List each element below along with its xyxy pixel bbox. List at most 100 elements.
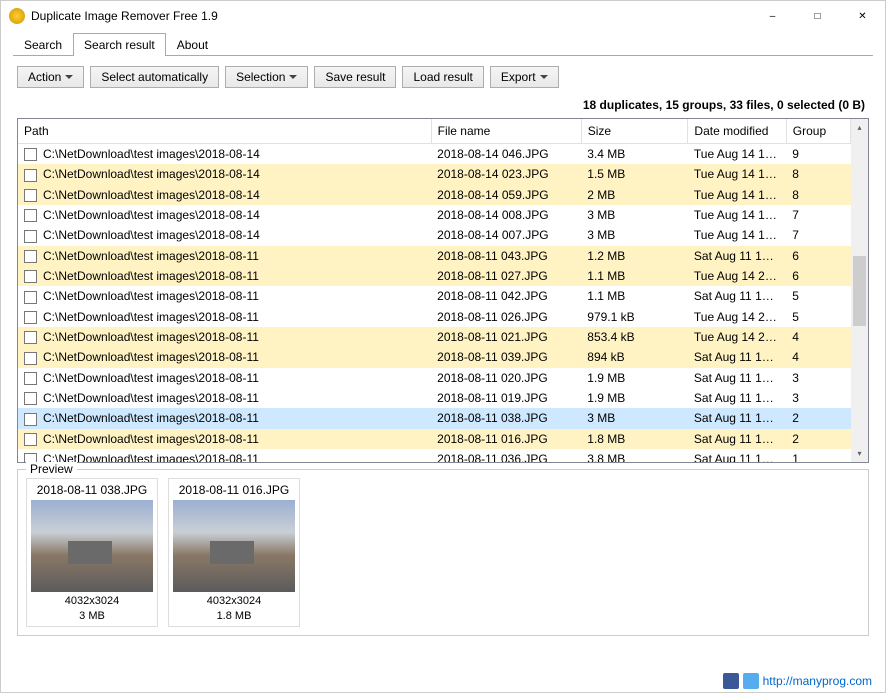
cell-size: 853.4 kB [581, 327, 688, 347]
table-row[interactable]: C:\NetDownload\test images\2018-08-11201… [18, 286, 851, 306]
row-checkbox[interactable] [24, 250, 37, 263]
col-path[interactable]: Path [18, 119, 431, 144]
path-text: C:\NetDownload\test images\2018-08-11 [43, 310, 259, 324]
cell-size: 1.1 MB [581, 266, 688, 286]
table-row[interactable]: C:\NetDownload\test images\2018-08-14201… [18, 185, 851, 205]
col-date[interactable]: Date modified [688, 119, 786, 144]
preview-filename: 2018-08-11 016.JPG [179, 483, 290, 497]
window-title: Duplicate Image Remover Free 1.9 [31, 9, 750, 23]
table-row[interactable]: C:\NetDownload\test images\2018-08-11201… [18, 266, 851, 286]
preview-card[interactable]: 2018-08-11 038.JPG4032x30243 MB [26, 478, 158, 627]
export-label: Export [501, 70, 536, 84]
table-row[interactable]: C:\NetDownload\test images\2018-08-11201… [18, 347, 851, 367]
cell-group: 8 [786, 164, 850, 184]
selection-label: Selection [236, 70, 285, 84]
table-row[interactable]: C:\NetDownload\test images\2018-08-14 201… [18, 144, 851, 165]
cell-group: 4 [786, 347, 850, 367]
save-result-label: Save result [325, 70, 385, 84]
row-checkbox[interactable] [24, 291, 37, 304]
cell-date: Sat Aug 11 19:... [688, 429, 786, 449]
footer: http://manyprog.com [723, 673, 872, 689]
tab-search-result[interactable]: Search result [73, 33, 166, 56]
row-checkbox[interactable] [24, 169, 37, 182]
path-text: C:\NetDownload\test images\2018-08-11 [43, 432, 259, 446]
cell-size: 1.1 MB [581, 286, 688, 306]
website-link[interactable]: http://manyprog.com [763, 674, 872, 688]
preview-size: 1.8 MB [217, 610, 252, 622]
scroll-down-icon[interactable]: ▾ [851, 445, 868, 462]
minimize-button[interactable]: – [750, 1, 795, 31]
cell-group: 8 [786, 185, 850, 205]
select-auto-button[interactable]: Select automatically [90, 66, 219, 88]
cell-size: 1.5 MB [581, 164, 688, 184]
cell-date: Sat Aug 11 19:... [688, 408, 786, 428]
cell-size: 979.1 kB [581, 307, 688, 327]
row-checkbox[interactable] [24, 270, 37, 283]
row-checkbox[interactable] [24, 331, 37, 344]
cell-fname: 2018-08-14 046.JPG [431, 144, 581, 165]
table-row[interactable]: C:\NetDownload\test images\2018-08-11201… [18, 246, 851, 266]
scroll-up-icon[interactable]: ▴ [851, 119, 868, 136]
facebook-icon[interactable] [723, 673, 739, 689]
path-text: C:\NetDownload\test images\2018-08-11 [43, 249, 259, 263]
table-row[interactable]: C:\NetDownload\test images\2018-08-11201… [18, 327, 851, 347]
cell-group: 6 [786, 266, 850, 286]
results-table[interactable]: Path File name Size Date modified Group … [18, 119, 851, 462]
table-row[interactable]: C:\NetDownload\test images\2018-08-11201… [18, 449, 851, 462]
cell-path: C:\NetDownload\test images\2018-08-14 [18, 225, 431, 245]
row-checkbox[interactable] [24, 433, 37, 446]
close-button[interactable]: ✕ [840, 1, 885, 31]
col-filename[interactable]: File name [431, 119, 581, 144]
row-checkbox[interactable] [24, 413, 37, 426]
preview-filename: 2018-08-11 038.JPG [37, 483, 148, 497]
row-checkbox[interactable] [24, 372, 37, 385]
export-button[interactable]: Export [490, 66, 559, 88]
caret-down-icon [289, 75, 297, 79]
cell-group: 9 [786, 144, 850, 165]
table-row[interactable]: C:\NetDownload\test images\2018-08-11201… [18, 388, 851, 408]
table-row[interactable]: C:\NetDownload\test images\2018-08-14201… [18, 164, 851, 184]
save-result-button[interactable]: Save result [314, 66, 396, 88]
cell-path: C:\NetDownload\test images\2018-08-11 [18, 368, 431, 388]
cell-date: Sat Aug 11 19:... [688, 368, 786, 388]
cell-date: Tue Aug 14 22:... [688, 266, 786, 286]
preview-card[interactable]: 2018-08-11 016.JPG4032x30241.8 MB [168, 478, 300, 627]
scroll-thumb[interactable] [853, 256, 866, 326]
path-text: C:\NetDownload\test images\2018-08-11 [43, 350, 259, 364]
twitter-icon[interactable] [743, 673, 759, 689]
row-checkbox[interactable] [24, 352, 37, 365]
col-group[interactable]: Group [786, 119, 850, 144]
row-checkbox[interactable] [24, 230, 37, 243]
selection-button[interactable]: Selection [225, 66, 308, 88]
cell-size: 1.8 MB [581, 429, 688, 449]
row-checkbox[interactable] [24, 311, 37, 324]
cell-fname: 2018-08-11 038.JPG [431, 408, 581, 428]
cell-group: 2 [786, 429, 850, 449]
row-checkbox[interactable] [24, 209, 37, 222]
maximize-button[interactable]: □ [795, 1, 840, 31]
table-row[interactable]: C:\NetDownload\test images\2018-08-11201… [18, 408, 851, 428]
table-row[interactable]: C:\NetDownload\test images\2018-08-11201… [18, 307, 851, 327]
table-row[interactable]: C:\NetDownload\test images\2018-08-14201… [18, 205, 851, 225]
table-header-row: Path File name Size Date modified Group [18, 119, 851, 144]
vertical-scrollbar[interactable]: ▴ ▾ [851, 119, 868, 462]
cell-fname: 2018-08-14 023.JPG [431, 164, 581, 184]
row-checkbox[interactable] [24, 189, 37, 202]
tab-about[interactable]: About [166, 33, 219, 56]
action-button[interactable]: Action [17, 66, 84, 88]
table-row[interactable]: C:\NetDownload\test images\2018-08-11201… [18, 368, 851, 388]
table-row[interactable]: C:\NetDownload\test images\2018-08-11201… [18, 429, 851, 449]
cell-path: C:\NetDownload\test images\2018-08-11 [18, 266, 431, 286]
cell-date: Sat Aug 11 19:... [688, 286, 786, 306]
col-size[interactable]: Size [581, 119, 688, 144]
path-text: C:\NetDownload\test images\2018-08-14 [43, 147, 260, 161]
cell-group: 3 [786, 368, 850, 388]
row-checkbox[interactable] [24, 453, 37, 462]
scroll-track[interactable] [851, 136, 868, 445]
table-row[interactable]: C:\NetDownload\test images\2018-08-14201… [18, 225, 851, 245]
cell-date: Tue Aug 14 22:... [688, 327, 786, 347]
row-checkbox[interactable] [24, 392, 37, 405]
row-checkbox[interactable] [24, 148, 37, 161]
load-result-button[interactable]: Load result [402, 66, 483, 88]
tab-search[interactable]: Search [13, 33, 73, 56]
